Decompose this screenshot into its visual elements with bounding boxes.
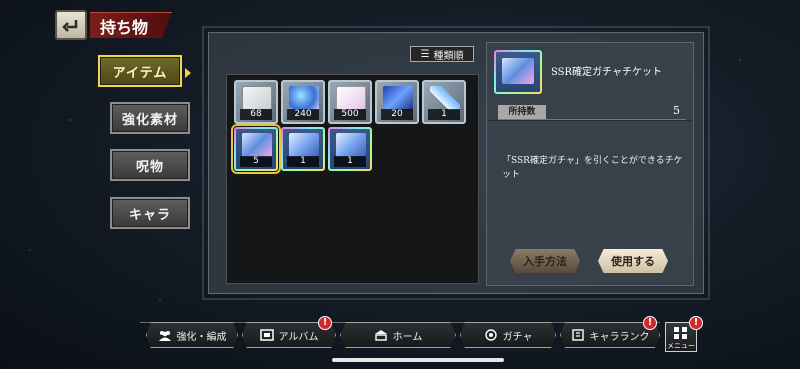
item-slot[interactable]: 240: [281, 80, 325, 124]
item-slot-selected[interactable]: 5: [231, 124, 281, 174]
sort-label: 種類順: [433, 50, 464, 62]
item-slot[interactable]: 20: [375, 80, 419, 124]
team-icon: [158, 331, 171, 341]
sort-icon: ☰: [420, 48, 430, 60]
owned-count-row: 所持数 5: [498, 104, 686, 120]
home-icon: [374, 330, 387, 341]
gacha-ticket-icon: [289, 133, 319, 157]
menu-notification-badge: !: [689, 316, 703, 330]
tab-item[interactable]: アイテム: [98, 55, 182, 87]
item-quantity: 5: [240, 156, 272, 167]
item-quantity: 500: [334, 109, 366, 120]
active-tab-arrow-icon: [185, 68, 191, 78]
item-quantity: 1: [334, 156, 366, 167]
item-slot[interactable]: 1: [328, 127, 372, 171]
nav-enhance-formation[interactable]: 強化・編成: [146, 322, 238, 348]
blue-crystal-icon: [383, 86, 413, 110]
item-slot[interactable]: 68: [234, 80, 278, 124]
nav-label: ガチャ: [502, 331, 533, 343]
nav-label: アルバム: [278, 331, 319, 343]
item-quantity: 1: [287, 156, 319, 167]
owned-count-label: 所持数: [498, 105, 546, 119]
item-quantity: 68: [240, 109, 272, 120]
nav-label: キャラランク: [589, 331, 650, 343]
menu-label: メニュー: [667, 342, 695, 350]
album-icon: [259, 329, 274, 341]
item-slot[interactable]: 500: [328, 80, 372, 124]
divider: [488, 120, 692, 121]
nav-home[interactable]: ホーム: [340, 322, 456, 348]
item-quantity: 1: [428, 109, 460, 120]
tab-cursed-object[interactable]: 呪物: [110, 149, 190, 181]
nav-label: ホーム: [392, 331, 423, 343]
page-title: 持ち物: [90, 12, 173, 38]
nav-gacha[interactable]: ガチャ: [460, 322, 556, 348]
back-button[interactable]: [55, 10, 87, 40]
tab-character[interactable]: キャラ: [110, 197, 190, 229]
ssr-gacha-ticket-icon: [242, 133, 272, 157]
item-quantity: 240: [287, 109, 319, 120]
rank-notification-badge: !: [643, 316, 657, 330]
home-indicator[interactable]: [332, 358, 504, 362]
acquire-method-button[interactable]: 入手方法: [510, 249, 580, 273]
item-quantity: 20: [381, 109, 413, 120]
item-description: 「SSR確定ガチャ」を引くことができるチケット: [502, 156, 683, 180]
rank-icon: [571, 329, 584, 341]
menu-grid-icon: [674, 327, 687, 339]
album-notification-badge: !: [318, 316, 332, 330]
item-slot[interactable]: 1: [281, 127, 325, 171]
ssr-gacha-ticket-icon: [502, 58, 534, 84]
owned-count-value: 5: [673, 104, 680, 117]
dice-cards-icon: [336, 86, 366, 110]
blue-tag-icon: [430, 86, 460, 110]
blue-crystal-pouch-icon: [289, 86, 319, 110]
back-arrow-icon: [62, 20, 78, 32]
sort-button[interactable]: ☰ 種類順: [410, 46, 474, 62]
gacha-icon: [484, 329, 497, 341]
detail-item-icon: [494, 50, 542, 94]
gacha-ticket-icon: [336, 133, 366, 157]
detail-item-name: SSR確定ガチャチケット: [551, 67, 662, 78]
paper-ticket-icon: [242, 86, 272, 110]
item-slot[interactable]: 1: [422, 80, 466, 124]
nav-label: 強化・編成: [176, 331, 227, 343]
use-item-button[interactable]: 使用する: [598, 249, 668, 273]
tab-enhance-material[interactable]: 強化素材: [110, 102, 190, 134]
